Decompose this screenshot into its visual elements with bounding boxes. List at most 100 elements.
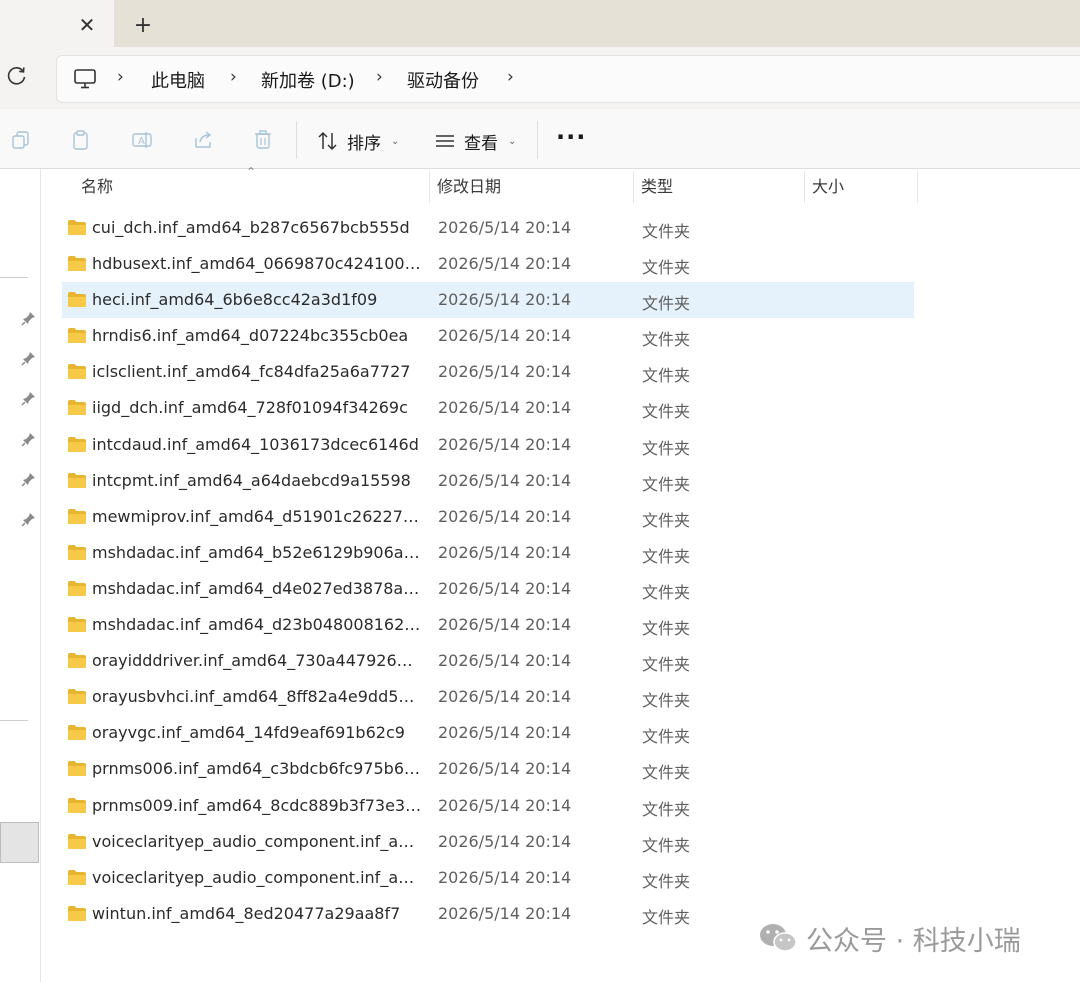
- paste-icon[interactable]: [70, 129, 92, 151]
- file-row[interactable]: mshdadac.inf_amd64_d4e027ed3878a365 2026/…: [62, 571, 914, 607]
- file-name: prnms009.inf_amd64_8cdc889b3f73e3da: [92, 795, 422, 815]
- breadcrumb-chevron-icon[interactable]: ›: [230, 67, 237, 87]
- nav-divider: [0, 277, 28, 278]
- folder-icon: [68, 328, 86, 344]
- sort-ascending-icon: ⌃: [246, 165, 257, 179]
- more-options-button[interactable]: ···: [556, 123, 586, 151]
- pin-icon[interactable]: [21, 310, 37, 326]
- svg-text:A: A: [138, 136, 145, 147]
- file-row[interactable]: prnms006.inf_amd64_c3bdcb6fc975b614 2026/…: [62, 751, 914, 787]
- file-row[interactable]: cui_dch.inf_amd64_b287c6567bcb555d 2026/5…: [62, 210, 914, 246]
- folder-icon: [68, 653, 86, 669]
- address-bar[interactable]: › 此电脑 › 新加卷 (D:) › 驱动备份 ›: [56, 55, 1080, 103]
- breadcrumb-chevron-icon[interactable]: ›: [376, 67, 383, 87]
- file-row[interactable]: orayvgc.inf_amd64_14fd9eaf691b62c9 2026/5…: [62, 715, 914, 751]
- file-type: 文件夹: [642, 799, 691, 819]
- nav-item-selected[interactable]: [0, 822, 39, 863]
- column-name[interactable]: 名称: [81, 169, 113, 205]
- file-name: orayvgc.inf_amd64_14fd9eaf691b62c9: [92, 723, 405, 743]
- share-icon[interactable]: [192, 129, 214, 151]
- file-type: 文件夹: [642, 510, 691, 530]
- file-type: 文件夹: [642, 763, 691, 783]
- file-name: voiceclarityep_audio_component.inf_am...: [92, 831, 422, 851]
- breadcrumb-chevron-icon[interactable]: ›: [117, 67, 124, 87]
- file-row[interactable]: orayidddriver.inf_amd64_730a447926965...…: [62, 643, 914, 679]
- folder-icon: [68, 256, 86, 272]
- file-date: 2026/5/14 20:14: [438, 723, 572, 743]
- tab-close-icon[interactable]: ✕: [76, 14, 98, 36]
- breadcrumb-chevron-icon[interactable]: ›: [507, 67, 514, 87]
- file-type: 文件夹: [642, 907, 691, 927]
- folder-icon: [68, 292, 86, 308]
- file-date: 2026/5/14 20:14: [438, 506, 572, 526]
- folder-icon: [68, 833, 86, 849]
- sort-icon: [318, 131, 337, 151]
- file-row[interactable]: orayusbvhci.inf_amd64_8ff82a4e9dd5ea38 20…: [62, 679, 914, 715]
- file-name: orayidddriver.inf_amd64_730a447926965...: [92, 651, 422, 671]
- file-row[interactable]: prnms009.inf_amd64_8cdc889b3f73e3da 2026/…: [62, 788, 914, 824]
- file-date: 2026/5/14 20:14: [438, 326, 572, 346]
- file-name: iclsclient.inf_amd64_fc84dfa25a6a7727: [92, 362, 411, 382]
- column-divider[interactable]: [917, 171, 918, 203]
- file-date: 2026/5/14 20:14: [438, 290, 572, 310]
- file-row[interactable]: intcdaud.inf_amd64_1036173dcec6146d 2026/…: [62, 427, 914, 463]
- file-type: 文件夹: [642, 655, 691, 675]
- file-row[interactable]: hdbusext.inf_amd64_0669870c4241008c 2026/…: [62, 246, 914, 282]
- pin-icon[interactable]: [21, 471, 37, 487]
- view-label: 查看: [464, 133, 498, 154]
- file-row[interactable]: mshdadac.inf_amd64_d23b048008162652 2026/…: [62, 607, 914, 643]
- column-size[interactable]: 大小: [812, 169, 844, 205]
- file-date: 2026/5/14 20:14: [438, 759, 572, 779]
- file-date: 2026/5/14 20:14: [438, 867, 572, 887]
- folder-icon: [68, 761, 86, 777]
- watermark-text: 公众号 · 科技小瑞: [806, 925, 1021, 957]
- pin-icon[interactable]: [21, 390, 37, 406]
- breadcrumb-this-pc[interactable]: 此电脑: [151, 67, 205, 93]
- file-row[interactable]: iigd_dch.inf_amd64_728f01094f34269c 2026/…: [62, 390, 914, 426]
- nav-divider: [0, 720, 28, 721]
- active-tab[interactable]: ✕: [0, 0, 114, 47]
- column-divider[interactable]: [429, 171, 430, 203]
- file-date: 2026/5/14 20:14: [438, 615, 572, 635]
- file-type: 文件夹: [642, 691, 691, 711]
- file-row[interactable]: mewmiprov.inf_amd64_d51901c26227fb... 202…: [62, 499, 914, 535]
- file-row[interactable]: heci.inf_amd64_6b6e8cc42a3d1f09 2026/5/14…: [62, 282, 914, 319]
- file-row[interactable]: voiceclarityep_audio_component.inf_am...…: [62, 860, 914, 896]
- watermark: 公众号 · 科技小瑞: [758, 918, 1021, 958]
- computer-icon: [74, 69, 96, 89]
- copy-icon[interactable]: [10, 129, 32, 151]
- folder-icon: [68, 508, 86, 524]
- file-name: voiceclarityep_audio_component.inf_am...: [92, 867, 422, 887]
- file-row[interactable]: voiceclarityep_audio_component.inf_am...…: [62, 824, 914, 860]
- pin-icon[interactable]: [21, 431, 37, 447]
- folder-icon: [68, 472, 86, 488]
- breadcrumb-driver-backup[interactable]: 驱动备份: [407, 67, 479, 93]
- breadcrumb-drive-d[interactable]: 新加卷 (D:): [261, 67, 355, 93]
- file-name: mshdadac.inf_amd64_b52e6129b906af46: [92, 542, 422, 562]
- delete-icon[interactable]: [252, 129, 274, 151]
- file-row[interactable]: hrndis6.inf_amd64_d07224bc355cb0ea 2026/5…: [62, 318, 914, 354]
- rename-icon[interactable]: A: [131, 129, 153, 151]
- file-row[interactable]: mshdadac.inf_amd64_b52e6129b906af46 2026/…: [62, 535, 914, 571]
- file-name: prnms006.inf_amd64_c3bdcb6fc975b614: [92, 759, 422, 779]
- file-name: intcdaud.inf_amd64_1036173dcec6146d: [92, 434, 419, 454]
- sort-label: 排序: [347, 133, 381, 154]
- sort-button[interactable]: 排序 ⌄: [317, 129, 399, 154]
- column-type[interactable]: 类型: [641, 169, 673, 205]
- file-date: 2026/5/14 20:14: [438, 398, 572, 418]
- new-tab-icon[interactable]: +: [132, 15, 154, 37]
- file-row[interactable]: intcpmt.inf_amd64_a64daebcd9a15598 2026/5…: [62, 463, 914, 499]
- column-date-modified[interactable]: 修改日期: [437, 169, 501, 205]
- file-row[interactable]: iclsclient.inf_amd64_fc84dfa25a6a7727 202…: [62, 354, 914, 390]
- view-button[interactable]: 查看 ⌄: [434, 129, 516, 154]
- file-type: 文件夹: [642, 438, 691, 458]
- refresh-icon[interactable]: [6, 65, 32, 91]
- file-type: 文件夹: [642, 474, 691, 494]
- pin-icon[interactable]: [21, 350, 37, 366]
- column-divider[interactable]: [804, 171, 805, 203]
- navigation-pane: [0, 169, 41, 982]
- column-divider[interactable]: [633, 171, 634, 203]
- wechat-icon: [760, 924, 797, 952]
- pin-icon[interactable]: [21, 511, 37, 527]
- file-date: 2026/5/14 20:14: [438, 362, 572, 382]
